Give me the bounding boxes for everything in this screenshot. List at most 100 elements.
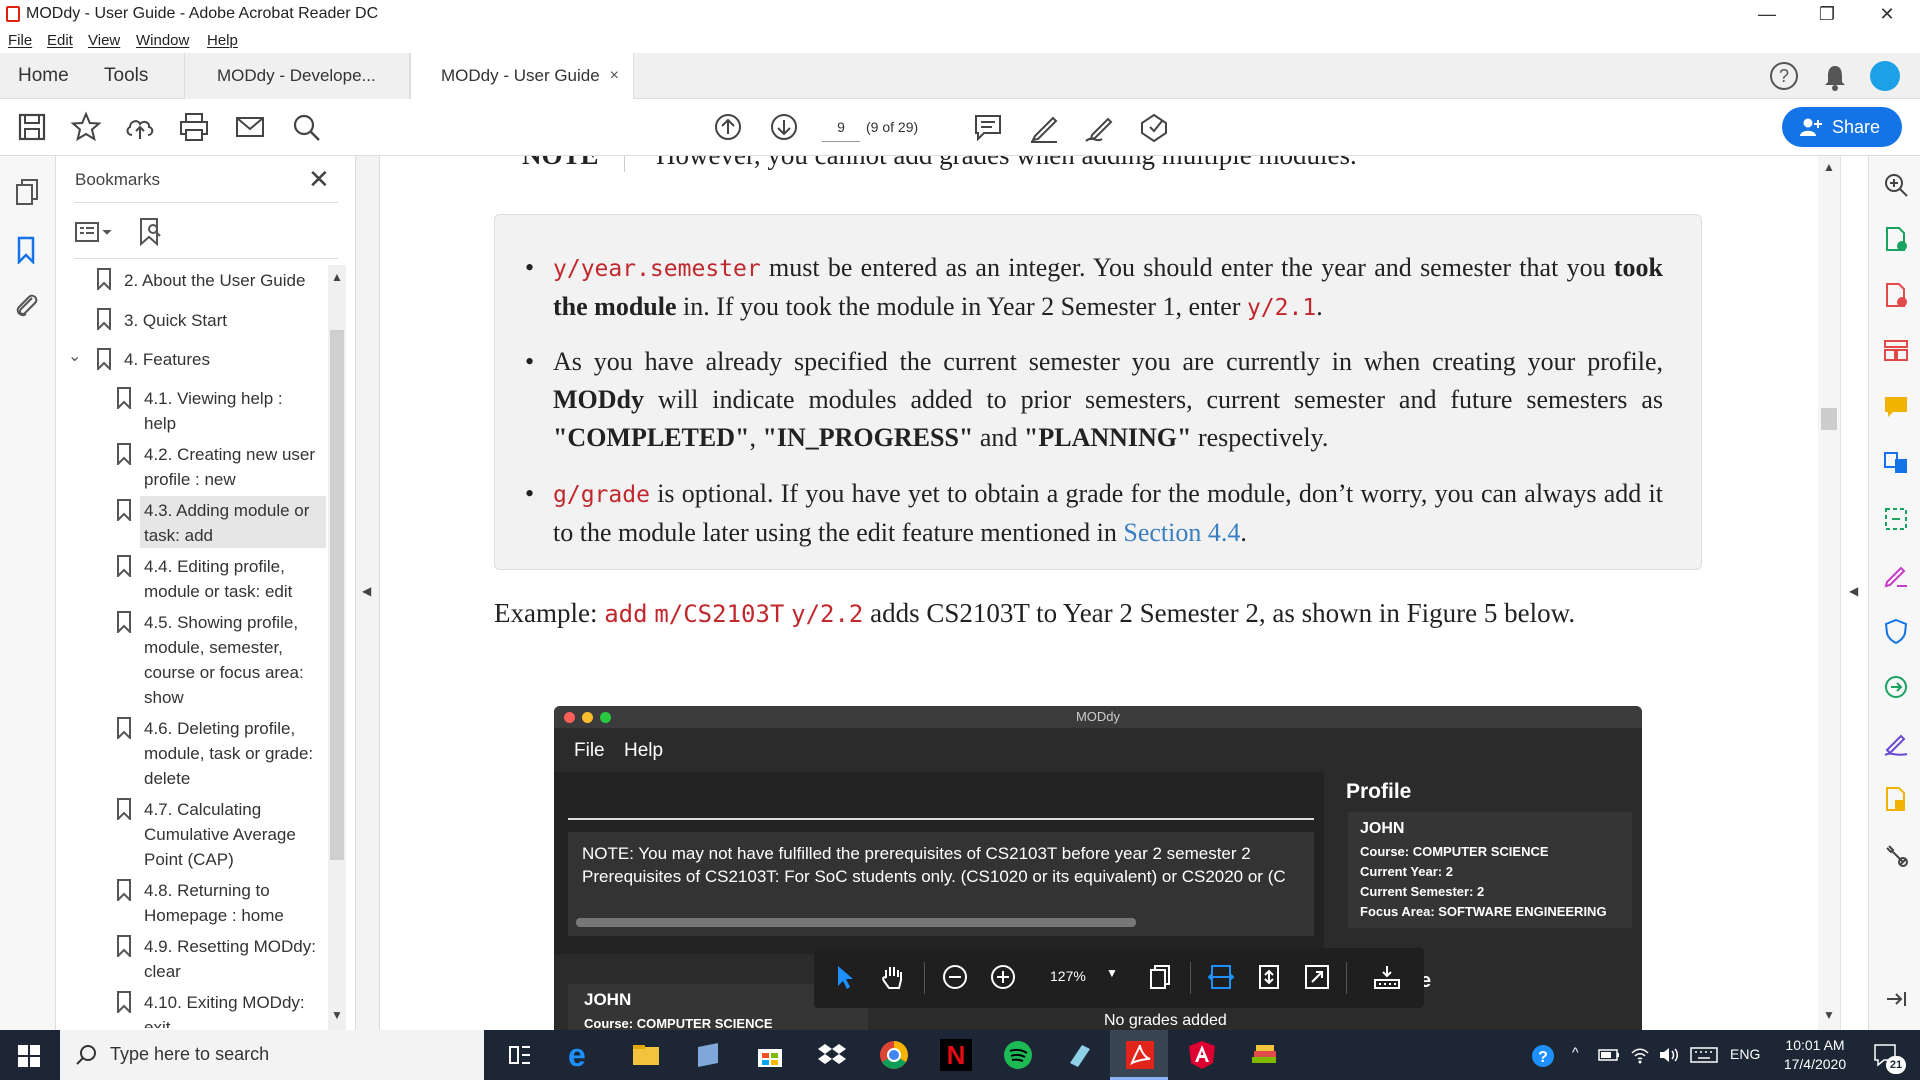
page-display-icon[interactable] bbox=[1146, 962, 1176, 992]
menu-help[interactable]: Help bbox=[207, 32, 238, 49]
language-indicator[interactable]: ENG bbox=[1730, 1046, 1760, 1062]
compress-icon[interactable] bbox=[1883, 506, 1909, 532]
star-icon[interactable] bbox=[68, 109, 104, 145]
bookmark-item-quick-start[interactable]: 3. Quick Start bbox=[124, 308, 227, 333]
spotify-icon[interactable] bbox=[1002, 1039, 1034, 1071]
fit-page-icon[interactable] bbox=[1254, 962, 1284, 992]
select-cursor-icon[interactable] bbox=[830, 962, 860, 992]
save-icon[interactable] bbox=[14, 109, 50, 145]
task-view-icon[interactable] bbox=[504, 1039, 536, 1071]
battery-icon[interactable] bbox=[1598, 1046, 1620, 1064]
create-pdf-icon[interactable] bbox=[1883, 226, 1909, 252]
signature-icon[interactable] bbox=[1883, 730, 1909, 756]
collapse-right-icon[interactable]: ◀ bbox=[1849, 584, 1858, 598]
fill-sign-icon[interactable] bbox=[1883, 562, 1909, 588]
collapse-left-icon[interactable]: ◀ bbox=[362, 584, 371, 598]
bell-icon[interactable] bbox=[1822, 63, 1848, 91]
fit-width-icon[interactable] bbox=[1206, 962, 1236, 992]
wifi-icon[interactable] bbox=[1630, 1046, 1650, 1064]
windows-start-icon[interactable] bbox=[18, 1045, 40, 1067]
bookmark-item-4-10[interactable]: 4.10. Exiting MODdy: exit bbox=[144, 990, 305, 1028]
document-scroll-thumb[interactable] bbox=[1821, 408, 1837, 430]
bookmark-icon[interactable] bbox=[16, 236, 36, 264]
app-icon[interactable] bbox=[1064, 1039, 1096, 1071]
attachment-icon[interactable] bbox=[12, 290, 40, 320]
upload-cloud-icon[interactable] bbox=[122, 109, 158, 145]
comment-icon[interactable] bbox=[970, 109, 1006, 145]
edge-icon[interactable]: e bbox=[568, 1039, 600, 1071]
clock[interactable]: 10:01 AM 17/4/2020 bbox=[1770, 1036, 1860, 1074]
send-for-review-icon[interactable] bbox=[1883, 674, 1909, 700]
organize-pages-icon[interactable] bbox=[1883, 338, 1909, 364]
zoom-level[interactable]: 127% bbox=[1050, 968, 1086, 984]
scroll-down-icon[interactable]: ▼ bbox=[1823, 1008, 1835, 1022]
bookmark-item-4-2[interactable]: 4.2. Creating new user profile : new bbox=[144, 442, 315, 492]
bookmark-item-features[interactable]: 4. Features bbox=[124, 347, 210, 372]
comment-tool-icon[interactable] bbox=[1883, 394, 1909, 420]
store-icon[interactable] bbox=[754, 1039, 786, 1071]
bookmark-item-4-8[interactable]: 4.8. Returning to Homepage : home bbox=[144, 878, 284, 928]
zoom-out-icon[interactable] bbox=[940, 962, 970, 992]
menu-file[interactable]: File bbox=[8, 32, 32, 49]
chrome-icon[interactable] bbox=[878, 1039, 910, 1071]
tab-tools[interactable]: Tools bbox=[104, 53, 148, 99]
volume-icon[interactable] bbox=[1658, 1046, 1680, 1064]
more-tools-icon[interactable] bbox=[1883, 842, 1909, 868]
minimize-button[interactable]: — bbox=[1744, 0, 1790, 28]
acrobat-icon[interactable] bbox=[1124, 1039, 1156, 1071]
close-bookmarks-icon[interactable]: ✕ bbox=[308, 164, 330, 195]
file-explorer-icon[interactable] bbox=[630, 1039, 662, 1071]
restore-button[interactable]: ❐ bbox=[1804, 0, 1850, 28]
scroll-up-icon[interactable]: ▲ bbox=[331, 270, 343, 284]
highlight-pen-icon[interactable] bbox=[1026, 109, 1062, 145]
mail-icon[interactable] bbox=[232, 109, 268, 145]
share-button[interactable]: Share bbox=[1782, 107, 1902, 147]
expand-pane-icon[interactable] bbox=[1883, 986, 1909, 1012]
page-number-input[interactable]: 9 bbox=[822, 112, 860, 142]
scroll-up-icon[interactable]: ▲ bbox=[1823, 160, 1835, 174]
page-thumbnails-icon[interactable] bbox=[14, 178, 40, 206]
bookmark-options-icon[interactable] bbox=[74, 218, 114, 248]
tab-close-icon[interactable]: × bbox=[610, 53, 619, 99]
combine-files-icon[interactable] bbox=[1883, 450, 1909, 476]
bookmark-item-4-5[interactable]: 4.5. Showing profile, module, semester, co… bbox=[144, 610, 304, 710]
zoom-dropdown-icon[interactable]: ▼ bbox=[1106, 966, 1118, 980]
document-scrollbar[interactable]: ▲ ▼ bbox=[1818, 156, 1840, 1030]
bookmark-item-4-9[interactable]: 4.9. Resetting MODdy: clear bbox=[144, 934, 316, 984]
right-collapse-gutter[interactable]: ◀ bbox=[1840, 156, 1868, 1030]
tab-home[interactable]: Home bbox=[18, 53, 69, 99]
search-icon[interactable] bbox=[288, 109, 324, 145]
zoom-in-icon[interactable] bbox=[988, 962, 1018, 992]
keyboard-icon[interactable] bbox=[1690, 1046, 1718, 1064]
section-link[interactable]: Section 4.4 bbox=[1123, 518, 1240, 547]
tab-developer-guide[interactable]: MODdy - Develope... bbox=[184, 53, 410, 99]
certificate-icon[interactable] bbox=[1883, 786, 1909, 812]
books-icon[interactable] bbox=[1248, 1039, 1280, 1071]
tab-user-guide[interactable]: MODdy - User Guide × bbox=[410, 53, 634, 100]
bookmark-item-4-3-selected[interactable]: 4.3. Adding module or task: add bbox=[144, 498, 309, 548]
next-page-icon[interactable] bbox=[766, 109, 802, 145]
netflix-icon[interactable]: N bbox=[940, 1039, 972, 1071]
left-collapse-gutter[interactable]: ◀ bbox=[356, 156, 380, 1030]
menu-view[interactable]: View bbox=[88, 32, 120, 49]
menu-window[interactable]: Window bbox=[136, 32, 189, 49]
previous-page-icon[interactable] bbox=[710, 109, 746, 145]
read-mode-icon[interactable] bbox=[1372, 962, 1402, 992]
dropbox-icon[interactable] bbox=[816, 1039, 848, 1071]
full-screen-icon[interactable] bbox=[1302, 962, 1332, 992]
bookmark-item-4-6[interactable]: 4.6. Deleting profile, module, task or gr… bbox=[144, 716, 313, 791]
sign-icon[interactable] bbox=[1082, 109, 1118, 145]
hand-tool-icon[interactable] bbox=[878, 962, 908, 992]
bookmarks-scroll-thumb[interactable] bbox=[330, 330, 344, 860]
export-pdf-icon[interactable] bbox=[1883, 282, 1909, 308]
avatar[interactable] bbox=[1870, 61, 1900, 91]
taskbar-search-box[interactable]: Type here to search bbox=[60, 1030, 484, 1080]
chevron-down-icon[interactable]: ⌄ bbox=[68, 346, 81, 366]
angular-icon[interactable] bbox=[1186, 1039, 1218, 1071]
bookmark-item-4-7[interactable]: 4.7. Calculating Cumulative Average Point … bbox=[144, 797, 296, 872]
scroll-down-icon[interactable]: ▼ bbox=[331, 1008, 343, 1022]
new-bookmark-icon[interactable] bbox=[136, 216, 166, 248]
app-icon[interactable] bbox=[692, 1039, 724, 1071]
zoom-search-icon[interactable] bbox=[1883, 172, 1909, 198]
protect-shield-icon[interactable] bbox=[1883, 618, 1909, 644]
